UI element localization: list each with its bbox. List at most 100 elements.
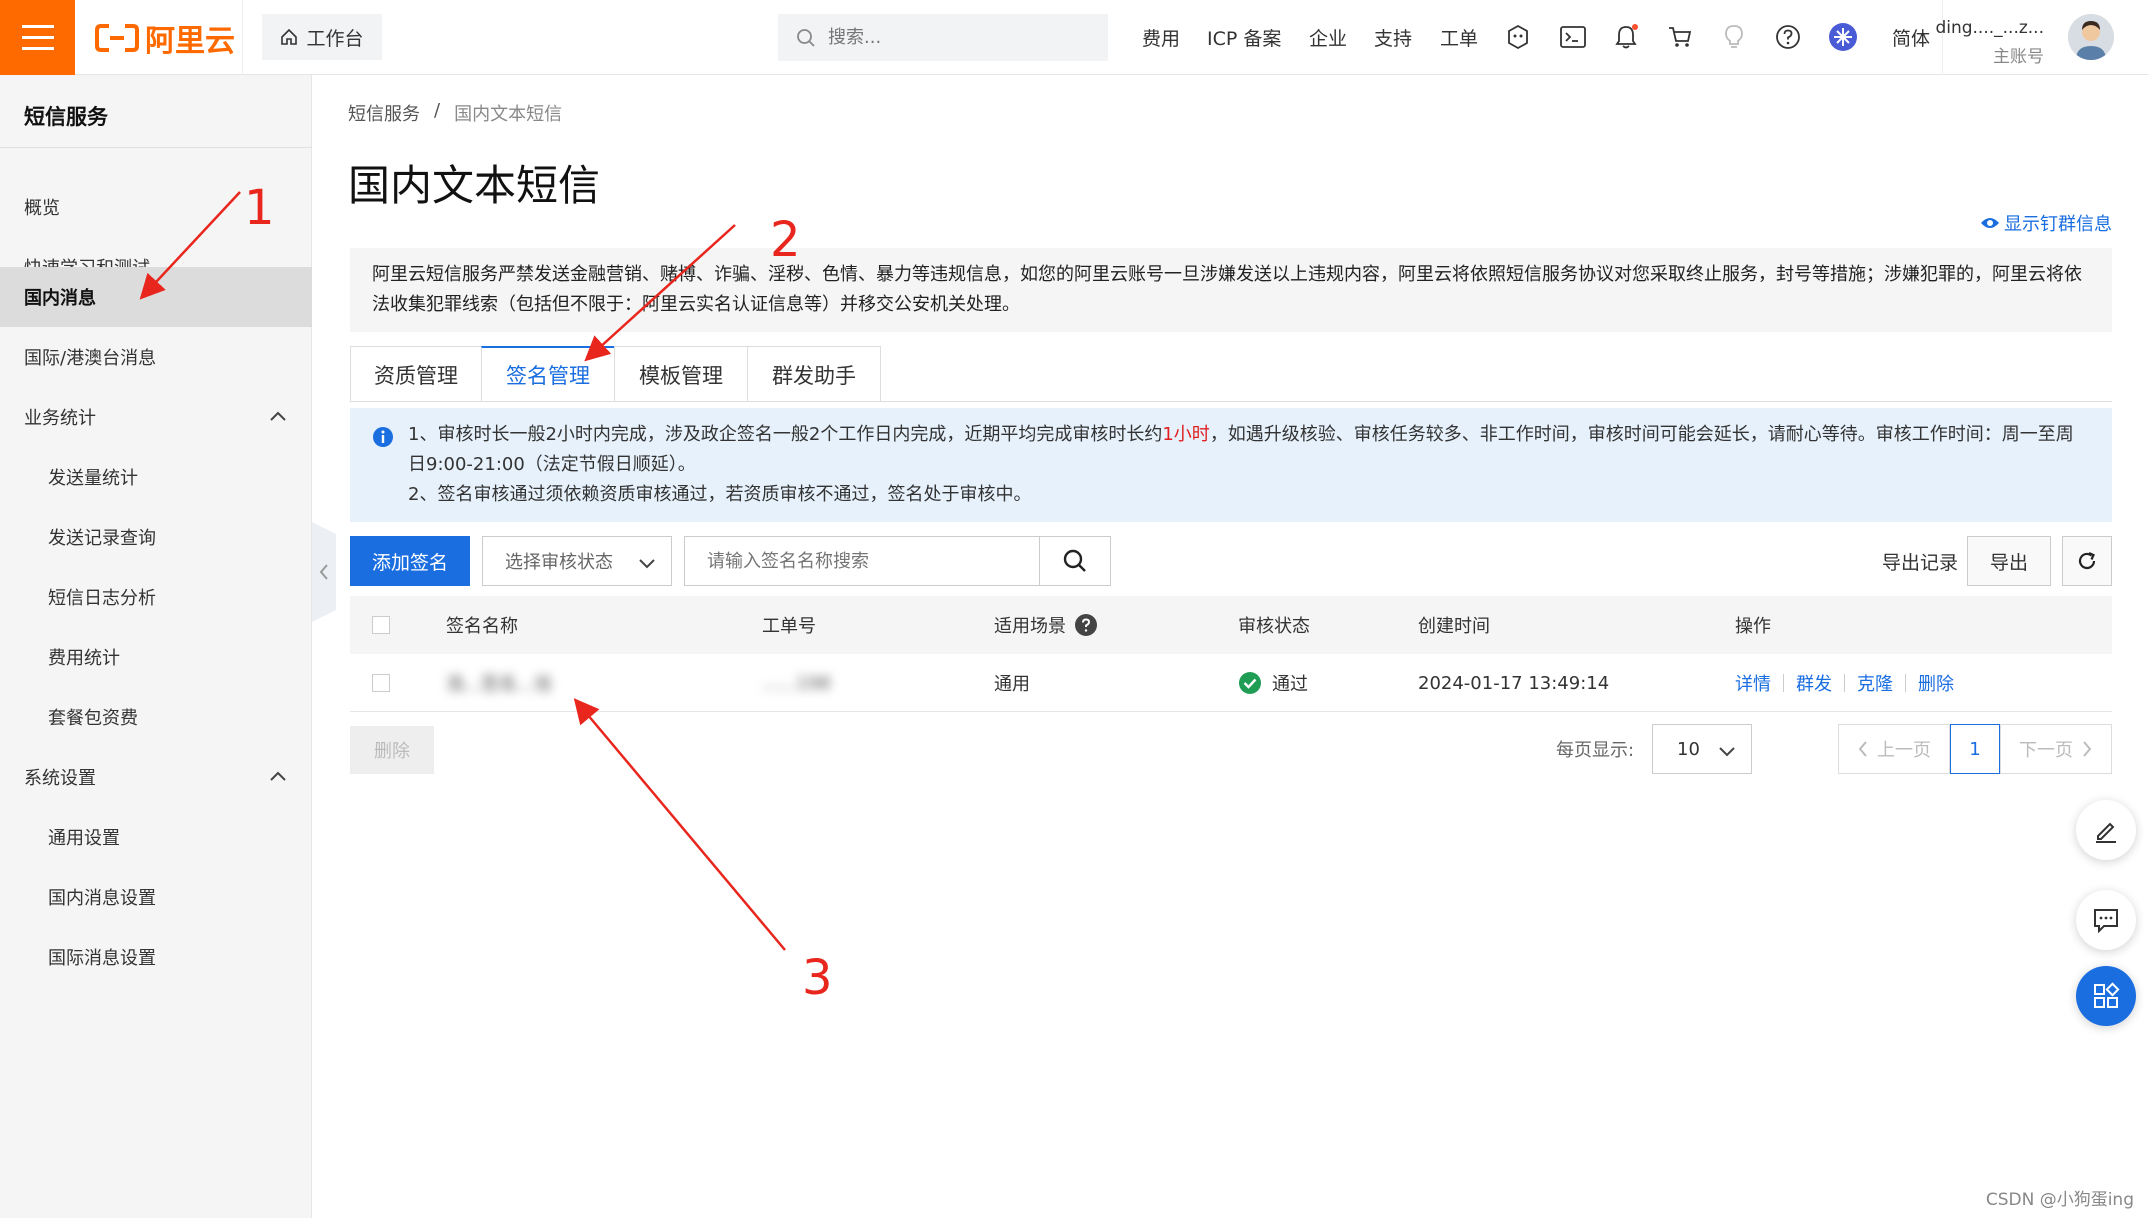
- sidebar-group-statistics-label: 业务统计: [24, 408, 96, 429]
- nav-ticket[interactable]: 工单: [1440, 0, 1478, 75]
- cell-review-status: 通过: [1238, 654, 1308, 712]
- page-size-select[interactable]: 10: [1652, 724, 1752, 774]
- row-checkbox[interactable]: [372, 674, 390, 692]
- global-search[interactable]: [778, 14, 1108, 61]
- header-signature-name: 签名名称: [446, 616, 518, 637]
- show-dingtalk-group-link[interactable]: 显示钉群信息: [1980, 210, 2112, 236]
- eye-icon: [1981, 218, 1999, 228]
- sidebar-group-statistics[interactable]: 业务统计: [0, 387, 312, 447]
- sidebar-collapse-handle[interactable]: [312, 522, 336, 622]
- ai-assistant-icon[interactable]: [1503, 22, 1533, 52]
- page-number-current[interactable]: 1: [1950, 724, 2000, 774]
- annotation-arrow-3: [573, 698, 786, 951]
- next-page-label: 下一页: [2019, 740, 2073, 761]
- chevron-up-icon: [270, 771, 286, 781]
- sidebar-item-domestic-label: 国内消息: [24, 288, 96, 309]
- sidebar-item-domestic[interactable]: 国内消息: [0, 267, 312, 327]
- signature-search-input[interactable]: [685, 537, 1040, 585]
- check-circle-icon: [1239, 672, 1261, 694]
- top-bar: 阿里云 工作台 费用 ICP 备案 企业 支持 工单 简体 ding...._.…: [0, 0, 2148, 75]
- lightbulb-icon[interactable]: [1719, 22, 1749, 52]
- signature-toolbar: 添加签名 选择审核状态 导出记录 导出: [350, 536, 2112, 586]
- signature-table: 签名名称 工单号 适用场景 审核状态 创建时间 操作 浩...签名...信 ..…: [350, 596, 2112, 712]
- review-status-text: 通过: [1272, 674, 1308, 695]
- hamburger-icon: [21, 24, 54, 50]
- review-info-notice: 1、审核时长一般2小时内完成，涉及政企签名一般2个工作日内完成，近期平均完成审核…: [350, 408, 2112, 522]
- logo-text: 阿里云: [145, 24, 235, 59]
- cart-icon[interactable]: [1665, 22, 1695, 52]
- nav-support[interactable]: 支持: [1374, 0, 1412, 75]
- apps-grid-button[interactable]: [2076, 966, 2136, 1026]
- global-search-input[interactable]: [828, 27, 1088, 48]
- ai-star-icon[interactable]: [1828, 22, 1858, 52]
- cell-signature-name: 浩...签名...信: [446, 674, 553, 695]
- signature-search-button[interactable]: [1039, 536, 1111, 586]
- sidebar-divider: [0, 147, 312, 148]
- sidebar-group-settings[interactable]: 系统设置: [0, 747, 312, 807]
- user-name: ding...._...z...: [1935, 18, 2044, 38]
- language-switch[interactable]: 简体: [1892, 0, 1930, 75]
- add-signature-button[interactable]: 添加签名: [350, 536, 470, 586]
- refresh-button[interactable]: [2062, 536, 2112, 586]
- sidebar-item-send-records[interactable]: 发送记录查询: [0, 507, 312, 567]
- review-status-select[interactable]: 选择审核状态: [482, 536, 672, 586]
- action-clone-link[interactable]: 克隆: [1857, 670, 1893, 696]
- breadcrumb-separator: /: [434, 100, 441, 121]
- cell-ticket-number: ......198: [762, 672, 831, 694]
- bulk-delete-button[interactable]: 删除: [350, 726, 434, 774]
- sidebar-item-send-stats[interactable]: 发送量统计: [0, 447, 312, 507]
- help-circle-icon[interactable]: [1074, 613, 1098, 637]
- nav-icp[interactable]: ICP 备案: [1207, 0, 1281, 75]
- next-page-button[interactable]: 下一页: [2000, 724, 2112, 774]
- action-delete-link[interactable]: 删除: [1918, 670, 1954, 696]
- header-ticket-number: 工单号: [762, 616, 816, 637]
- review-status-select-label: 选择审核状态: [505, 552, 613, 573]
- nav-enterprise[interactable]: 企业: [1309, 0, 1347, 75]
- select-all-checkbox[interactable]: [372, 616, 390, 634]
- search-icon: [797, 28, 815, 47]
- tab-qualification[interactable]: 资质管理: [350, 346, 482, 402]
- sidebar-item-domestic-settings[interactable]: 国内消息设置: [0, 867, 312, 927]
- apps-grid-icon: [2094, 982, 2120, 1008]
- hamburger-menu-button[interactable]: [0, 0, 75, 75]
- feedback-edit-button[interactable]: [2076, 800, 2136, 860]
- header-scene-label: 适用场景: [994, 616, 1066, 637]
- user-menu[interactable]: ding...._...z... 主账号: [1935, 10, 2114, 67]
- chevron-right-icon: [2083, 741, 2092, 757]
- workbench-button[interactable]: 工作台: [262, 14, 382, 60]
- annotation-number-3: 3: [802, 950, 833, 1006]
- aliyun-logo[interactable]: 阿里云: [95, 20, 235, 59]
- header-scene: 适用场景: [994, 596, 1098, 654]
- notification-bell-icon[interactable]: [1611, 22, 1641, 52]
- action-separator: [1905, 674, 1906, 692]
- nav-billing[interactable]: 费用: [1142, 0, 1180, 75]
- breadcrumb-sms-service[interactable]: 短信服务: [348, 100, 420, 126]
- tab-bulk-send[interactable]: 群发助手: [747, 346, 881, 402]
- header-created-time: 创建时间: [1418, 616, 1490, 637]
- prev-page-button[interactable]: 上一页: [1838, 724, 1950, 774]
- sidebar-item-international-settings[interactable]: 国际消息设置: [0, 927, 312, 987]
- tab-signature[interactable]: 签名管理: [481, 346, 615, 402]
- sidebar-title: 短信服务: [24, 105, 108, 129]
- sidebar-item-general-settings[interactable]: 通用设置: [0, 807, 312, 867]
- sidebar-group-settings-label: 系统设置: [24, 768, 96, 789]
- sidebar-item-international[interactable]: 国际/港澳台消息: [0, 327, 312, 387]
- cell-actions: 详情 群发 克隆 删除: [1735, 654, 1954, 712]
- chevron-down-icon: [1719, 747, 1735, 757]
- action-bulk-send-link[interactable]: 群发: [1796, 670, 1832, 696]
- aliyun-logo-icon: [95, 24, 139, 52]
- help-icon[interactable]: [1773, 22, 1803, 52]
- tab-template[interactable]: 模板管理: [614, 346, 748, 402]
- workbench-label: 工作台: [306, 27, 364, 50]
- sidebar-item-log-analysis[interactable]: 短信日志分析: [0, 567, 312, 627]
- export-button[interactable]: 导出: [1967, 536, 2051, 586]
- chat-support-button[interactable]: [2076, 890, 2136, 950]
- cell-created-time: 2024-01-17 13:49:14: [1418, 672, 1610, 694]
- action-detail-link[interactable]: 详情: [1735, 670, 1771, 696]
- sidebar-item-package-pricing[interactable]: 套餐包资费: [0, 687, 312, 747]
- chevron-down-icon: [639, 559, 655, 569]
- export-records-link[interactable]: 导出记录: [1882, 536, 1958, 586]
- avatar[interactable]: [2068, 14, 2114, 60]
- sidebar-item-cost-stats[interactable]: 费用统计: [0, 627, 312, 687]
- terminal-icon[interactable]: [1558, 22, 1588, 52]
